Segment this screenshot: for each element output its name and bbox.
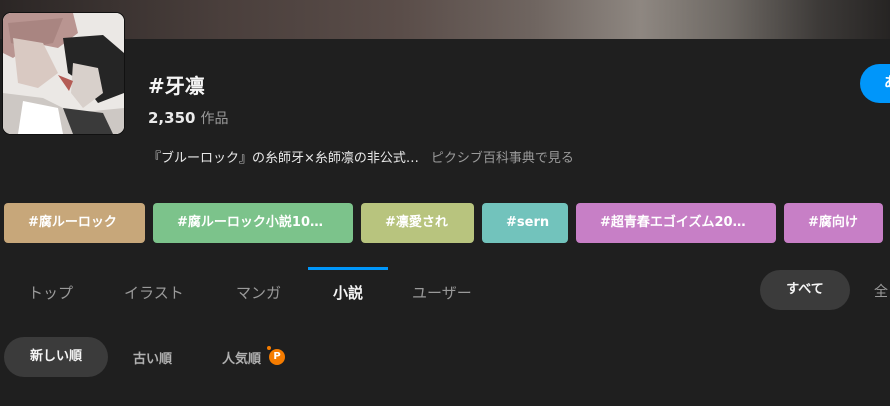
tab-top[interactable]: トップ xyxy=(28,282,73,303)
related-tag[interactable]: #sern xyxy=(482,203,568,243)
sort-popular-button[interactable]: 人気順 xyxy=(222,348,261,367)
tab-illust[interactable]: イラスト xyxy=(124,282,184,303)
related-tag[interactable]: #凛愛され xyxy=(361,203,474,243)
tag-thumbnail-image[interactable] xyxy=(3,13,124,134)
tab-manga[interactable]: マンガ xyxy=(236,282,281,303)
tab-users[interactable]: ユーザー xyxy=(412,282,472,303)
sort-oldest-button[interactable]: 古い順 xyxy=(133,348,172,367)
tag-description: 『ブルーロック』の糸師牙×糸師凛の非公式… ピクシブ百科事典で見る xyxy=(148,147,574,166)
active-tab-indicator xyxy=(308,267,388,270)
related-tag[interactable]: #超青春エゴイズム20… xyxy=(576,203,776,243)
work-count: 2,350 作品 xyxy=(148,108,228,128)
sort-newest-button[interactable]: 新しい順 xyxy=(4,337,108,377)
tag-description-text: 『ブルーロック』の糸師牙×糸師凛の非公式… xyxy=(148,151,419,166)
related-tag[interactable]: #腐向け xyxy=(784,203,883,243)
premium-badge-icon: P xyxy=(267,346,285,365)
related-tag[interactable]: #腐ルーロック小説10… xyxy=(153,203,353,243)
filter-all-button[interactable]: すべて xyxy=(760,270,850,310)
follow-button[interactable]: あ xyxy=(860,64,890,103)
work-count-unit: 作品 xyxy=(200,111,229,127)
artwork-thumbnail-icon xyxy=(3,13,124,134)
work-count-number: 2,350 xyxy=(148,109,196,127)
encyclopedia-link[interactable]: ピクシブ百科事典で見る xyxy=(431,151,574,166)
header-banner xyxy=(0,0,890,39)
tag-title: #牙凛 xyxy=(148,74,205,98)
filter-overflow-label[interactable]: 全 xyxy=(874,281,888,301)
related-tag[interactable]: #腐ルーロック xyxy=(4,203,145,243)
tab-novel[interactable]: 小説 xyxy=(333,282,363,303)
